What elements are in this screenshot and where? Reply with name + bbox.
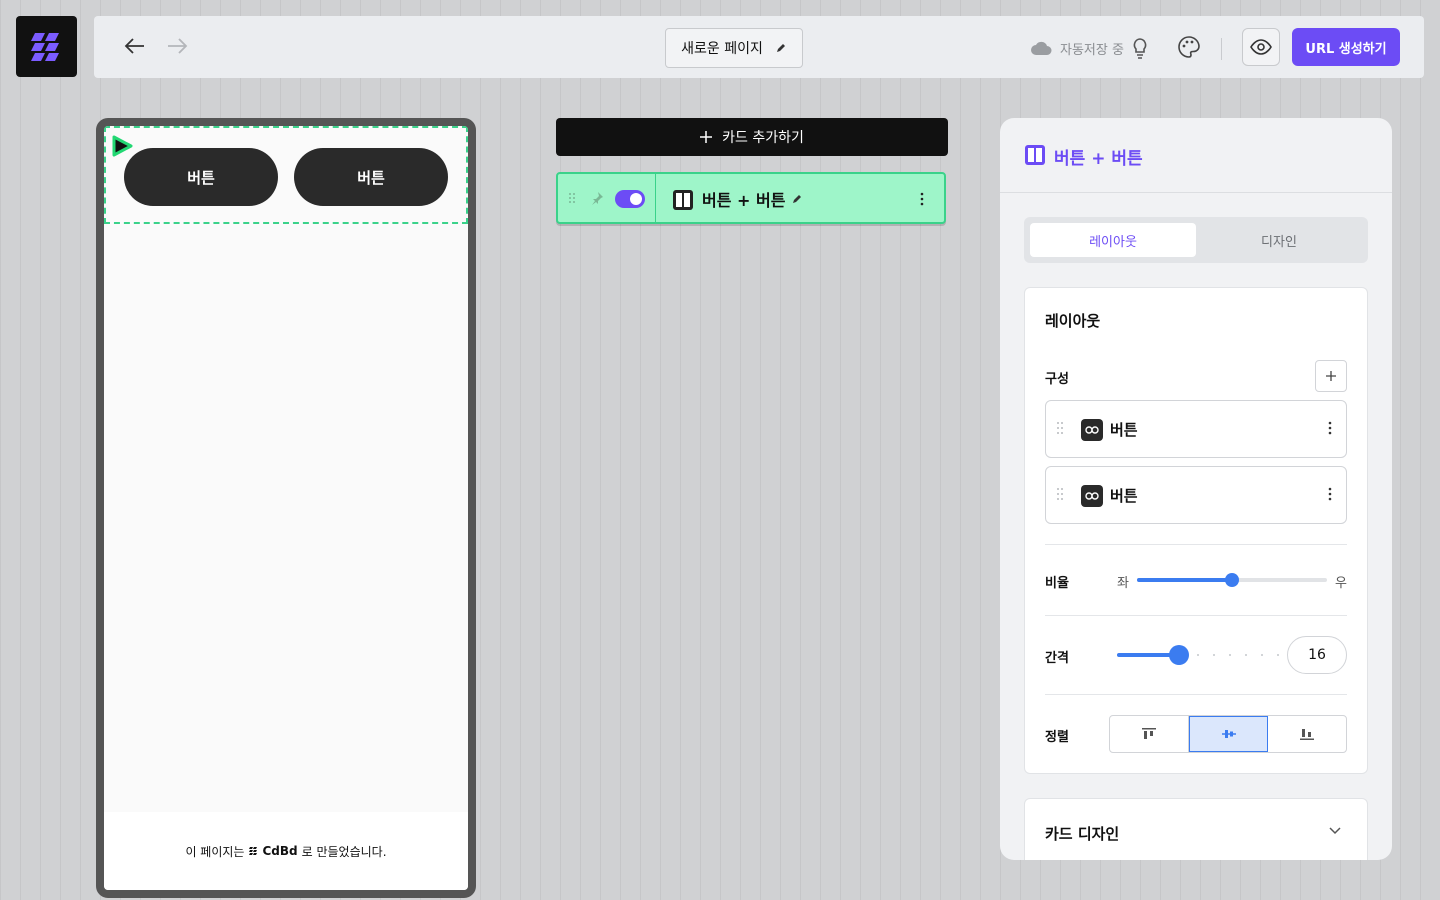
plus-icon (700, 131, 713, 143)
card-design-title: 카드 디자인 (1045, 825, 1120, 843)
redo-button[interactable] (166, 36, 188, 56)
footer-brand: CdBd (262, 844, 298, 858)
lightbulb-icon (1133, 38, 1147, 59)
theme-button[interactable] (1177, 35, 1201, 59)
pin-icon[interactable] (590, 191, 604, 205)
composition-label: 구성 (1045, 372, 1069, 387)
gap-slider-handle[interactable] (1169, 645, 1189, 665)
align-bottom-icon (1300, 729, 1315, 740)
ratio-slider-fill (1137, 578, 1232, 582)
pencil-icon[interactable] (791, 193, 803, 205)
align-bottom-button[interactable] (1268, 716, 1346, 752)
columns-icon (1025, 145, 1045, 165)
card-list-item[interactable]: 버튼 + 버튼 (556, 172, 946, 224)
plus-icon (1326, 371, 1336, 381)
ratio-label: 비율 (1045, 576, 1069, 591)
forward-arrow-icon (168, 38, 188, 54)
app-logo[interactable] (16, 16, 77, 77)
generate-url-button[interactable]: URL 생성하기 (1292, 28, 1400, 66)
cloud-icon (1031, 41, 1052, 55)
card-row-divider (655, 174, 656, 222)
brand-logo-icon (249, 847, 258, 855)
footer-suffix: 로 만들었습니다. (301, 844, 387, 859)
layout-section-title: 레이아웃 (1045, 312, 1101, 330)
element-label: 버튼 (1110, 487, 1138, 505)
palette-icon (1178, 36, 1200, 58)
preview-button-right[interactable]: 버튼 (294, 148, 448, 206)
preview-footer: 이 페이지는 CdBd 로 만들었습니다. (104, 812, 468, 890)
ratio-slider-handle[interactable] (1225, 573, 1239, 587)
grip-icon[interactable] (568, 192, 576, 204)
add-element-button[interactable] (1315, 360, 1347, 392)
panel-header: 버튼 + 버튼 (1000, 118, 1392, 193)
toolbar-divider (1221, 38, 1222, 60)
ratio-left-label: 좌 (1117, 576, 1129, 591)
back-arrow-icon (124, 38, 144, 54)
page-title: 새로운 페이지 (681, 41, 763, 57)
preview-button-left[interactable]: 버튼 (124, 148, 278, 206)
more-icon[interactable] (1328, 417, 1332, 439)
more-icon[interactable] (1328, 483, 1332, 505)
link-icon (1081, 419, 1103, 441)
logo-icon (30, 32, 59, 61)
selected-card-outline[interactable]: 버튼 버튼 (104, 126, 468, 224)
section-divider (1045, 694, 1347, 695)
autosave-label: 자동저장 중 (1060, 42, 1124, 58)
section-divider (1045, 615, 1347, 616)
page-title-editor[interactable]: 새로운 페이지 (665, 28, 803, 68)
properties-panel: 버튼 + 버튼 레이아웃 디자인 레이아웃 구성 버튼 버튼 비율 좌 우 간격… (1000, 118, 1392, 860)
card-design-section[interactable]: 카드 디자인 (1024, 798, 1368, 860)
align-button-group (1109, 715, 1347, 753)
panel-title: 버튼 + 버튼 (1054, 149, 1143, 169)
more-icon[interactable] (920, 192, 924, 206)
element-item[interactable]: 버튼 (1045, 400, 1347, 458)
element-label: 버튼 (1110, 421, 1138, 439)
card-visibility-toggle[interactable] (615, 190, 645, 208)
mobile-preview: 버튼 버튼 이 페이지는 CdBd 로 만들었습니다. (96, 118, 476, 898)
align-label: 정렬 (1045, 730, 1069, 745)
link-icon (1081, 485, 1103, 507)
element-item[interactable]: 버튼 (1045, 466, 1347, 524)
top-toolbar: 새로운 페이지 자동저장 중 URL 생성하기 (94, 16, 1424, 78)
align-top-button[interactable] (1110, 716, 1189, 752)
pencil-icon (776, 44, 785, 52)
add-card-label: 카드 추가하기 (722, 130, 804, 146)
section-divider (1045, 544, 1347, 545)
gap-label: 간격 (1045, 651, 1069, 666)
card-title: 버튼 + 버튼 (702, 191, 786, 210)
eye-icon (1250, 39, 1272, 55)
preview-button[interactable] (1242, 28, 1280, 66)
layout-section: 레이아웃 구성 버튼 버튼 비율 좌 우 간격 16 정렬 (1024, 287, 1368, 774)
undo-button[interactable] (124, 36, 146, 56)
ratio-right-label: 우 (1335, 576, 1347, 591)
columns-icon (673, 190, 693, 210)
grip-icon[interactable] (1056, 487, 1064, 501)
align-middle-button[interactable] (1188, 716, 1269, 752)
grip-icon[interactable] (1056, 421, 1064, 435)
gap-value-input[interactable]: 16 (1287, 636, 1347, 674)
tab-layout[interactable]: 레이아웃 (1030, 223, 1196, 257)
panel-tabs: 레이아웃 디자인 (1024, 217, 1368, 263)
autosave-status: 자동저장 중 (1030, 37, 1148, 59)
tab-design[interactable]: 디자인 (1196, 223, 1362, 257)
add-card-button[interactable]: 카드 추가하기 (556, 118, 948, 156)
footer-prefix: 이 페이지는 (185, 844, 245, 859)
align-top-icon (1141, 728, 1156, 739)
chevron-down-icon[interactable] (1329, 827, 1341, 835)
play-icon (112, 135, 133, 157)
align-middle-icon (1221, 730, 1236, 738)
